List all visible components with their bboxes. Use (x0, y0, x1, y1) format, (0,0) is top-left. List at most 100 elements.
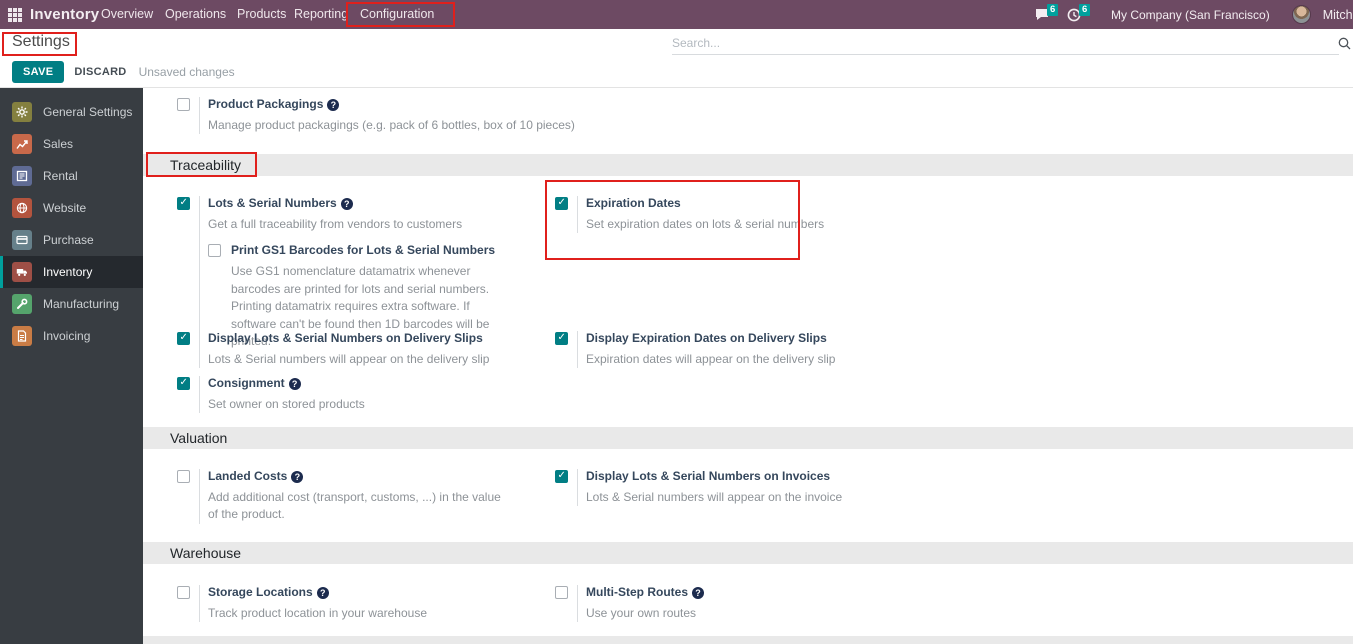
help-icon: ? (340, 198, 353, 210)
product-packagings-checkbox[interactable] (177, 98, 190, 111)
sidebar-item-inventory[interactable]: Inventory (0, 256, 143, 288)
setting-display-lots-delivery-slips: Display Lots & Serial Numbers on Deliver… (177, 331, 490, 369)
setting-label: Landed Costs (208, 469, 288, 483)
search-icon[interactable] (1338, 37, 1351, 55)
unsaved-changes-label: Unsaved changes (138, 65, 235, 79)
credit-card-icon (12, 230, 32, 250)
multi-step-routes-checkbox[interactable] (555, 586, 568, 599)
sidebar-item-label: General Settings (43, 105, 133, 119)
section-header-valuation: Valuation (143, 427, 1353, 449)
setting-description: Add additional cost (transport, customs,… (208, 490, 501, 522)
action-bar: SAVE DISCARD Unsaved changes (0, 57, 1353, 88)
sidebar-item-label: Rental (43, 169, 78, 183)
sidebar-item-label: Inventory (43, 265, 93, 279)
setting-label: Display Lots & Serial Numbers on Invoice… (586, 469, 831, 483)
sidebar-item-general-settings[interactable]: General Settings (0, 96, 143, 128)
setting-label: Storage Locations (208, 585, 313, 599)
sidebar-item-manufacturing[interactable]: Manufacturing (0, 288, 143, 320)
activities-icon[interactable]: 6 (1067, 3, 1091, 22)
help-icon: ? (291, 471, 304, 483)
apps-grid-icon[interactable] (8, 7, 22, 22)
settings-sidebar: General Settings Sales Rental Website Pu… (0, 88, 143, 644)
setting-display-lots-invoices: Display Lots & Serial Numbers on Invoice… (555, 469, 843, 507)
help-icon: ? (288, 378, 301, 390)
nav-menu-configuration[interactable]: Configuration (360, 0, 434, 29)
user-name[interactable]: Mitchell Admin (1323, 8, 1353, 22)
setting-description: Get a full traceability from vendors to … (208, 217, 463, 231)
search-input[interactable] (672, 31, 1339, 54)
nav-menu-products[interactable]: Products (237, 0, 286, 29)
sidebar-item-label: Sales (43, 137, 74, 151)
search-box (672, 31, 1339, 55)
setting-expiration-dates: Expiration Dates Set expiration dates on… (555, 196, 825, 234)
user-avatar[interactable] (1291, 5, 1311, 24)
help-icon: ? (692, 587, 704, 599)
nav-menu-operations[interactable]: Operations (165, 0, 226, 29)
sidebar-item-label: Manufacturing (43, 297, 120, 311)
app-brand[interactable]: Inventory (30, 6, 99, 23)
print-gs1-barcodes-checkbox[interactable] (208, 244, 221, 258)
discard-button[interactable]: DISCARD (74, 66, 126, 78)
setting-label: Consignment (208, 376, 285, 390)
globe-icon (12, 198, 32, 218)
setting-description: Use your own routes (586, 606, 697, 620)
storage-locations-checkbox[interactable] (177, 586, 190, 599)
sidebar-item-sales[interactable]: Sales (0, 128, 143, 160)
sidebar-item-invoicing[interactable]: Invoicing (0, 320, 143, 352)
sidebar-item-website[interactable]: Website (0, 192, 143, 224)
help-icon: ? (327, 99, 340, 111)
navbar-right-group: 6 6 My Company (San Francisco) Mitchell … (1035, 0, 1353, 29)
top-navbar: Inventory Overview Operations Products R… (0, 0, 1353, 29)
setting-landed-costs: Landed Costs? Add additional cost (trans… (177, 469, 504, 524)
document-list-icon (12, 166, 32, 186)
setting-description: Set owner on stored products (208, 397, 365, 411)
setting-description: Manage product packagings (e.g. pack of … (208, 118, 575, 132)
setting-description: Lots & Serial numbers will appear on the… (586, 490, 843, 504)
lots-serial-numbers-checkbox[interactable] (177, 197, 190, 210)
messages-icon[interactable]: 6 (1035, 4, 1059, 21)
display-expiration-delivery-slips-checkbox[interactable] (555, 332, 568, 345)
truck-icon (12, 262, 32, 282)
inventory-settings-screen: Inventory Overview Operations Products R… (0, 0, 1353, 644)
company-switcher[interactable]: My Company (San Francisco) (1111, 8, 1270, 22)
setting-description: Lots & Serial numbers will appear on the… (208, 352, 490, 366)
wrench-icon (12, 294, 32, 314)
sidebar-item-purchase[interactable]: Purchase (0, 224, 143, 256)
setting-lots-serial-numbers: Lots & Serial Numbers? Get a full tracea… (177, 196, 496, 351)
nav-menu-reporting[interactable]: Reporting (294, 0, 348, 29)
sidebar-item-label: Website (43, 201, 87, 215)
setting-label: Display Lots & Serial Numbers on Deliver… (208, 331, 483, 345)
setting-label: Product Packagings (208, 97, 324, 111)
messages-badge: 6 (1047, 4, 1059, 16)
line-chart-icon (12, 134, 32, 154)
section-header-traceability: Traceability (143, 154, 1353, 176)
display-lots-invoices-checkbox[interactable] (555, 470, 568, 483)
setting-label: Multi-Step Routes (586, 585, 688, 599)
setting-description: Track product location in your warehouse (208, 606, 427, 620)
setting-label: Expiration Dates (586, 196, 681, 210)
help-icon: ? (316, 587, 329, 599)
consignment-checkbox[interactable] (177, 377, 190, 390)
expiration-dates-checkbox[interactable] (555, 197, 568, 210)
display-lots-delivery-slips-checkbox[interactable] (177, 332, 190, 345)
activities-badge: 6 (1079, 3, 1091, 16)
setting-consignment: Consignment? Set owner on stored product… (177, 376, 365, 414)
nav-menu-overview[interactable]: Overview (101, 0, 153, 29)
sidebar-item-label: Purchase (43, 233, 94, 247)
landed-costs-checkbox[interactable] (177, 470, 190, 483)
setting-product-packagings: Product Packagings? Manage product packa… (177, 97, 575, 135)
setting-label: Lots & Serial Numbers (208, 196, 337, 210)
setting-label: Print GS1 Barcodes for Lots & Serial Num… (231, 243, 496, 258)
breadcrumb[interactable]: Settings (12, 33, 70, 51)
sidebar-item-rental[interactable]: Rental (0, 160, 143, 192)
settings-content: Product Packagings? Manage product packa… (143, 88, 1353, 644)
invoice-icon (12, 326, 32, 346)
setting-description: Expiration dates will appear on the deli… (586, 352, 836, 366)
setting-storage-locations: Storage Locations? Track product locatio… (177, 585, 427, 623)
control-panel: Settings (0, 29, 1353, 57)
content-footer-strip (143, 636, 1353, 644)
setting-multi-step-routes: Multi-Step Routes? Use your own routes (555, 585, 704, 623)
setting-display-expiration-delivery-slips: Display Expiration Dates on Delivery Sli… (555, 331, 836, 369)
save-button[interactable]: SAVE (12, 61, 65, 83)
setting-description: Set expiration dates on lots & serial nu… (586, 217, 825, 231)
